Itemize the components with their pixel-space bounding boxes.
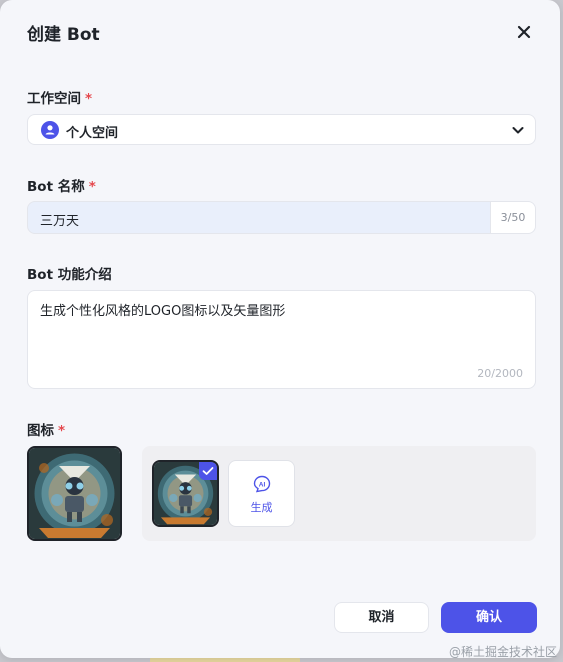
workspace-label: 工作空间 *: [27, 87, 92, 107]
watermark: @稀土掘金技术社区: [448, 645, 557, 659]
ai-icon: AI: [253, 475, 271, 493]
bot-desc-textarea[interactable]: 生成个性化风格的LOGO图标以及矢量图形 20/2000: [27, 290, 536, 389]
chevron-down-icon: [512, 127, 524, 134]
confirm-button[interactable]: 确认: [441, 602, 537, 633]
bot-name-char-count: 3/50: [490, 202, 535, 233]
required-mark: *: [85, 91, 93, 107]
bot-desc-value[interactable]: 生成个性化风格的LOGO图标以及矢量图形: [40, 300, 285, 319]
close-button[interactable]: [512, 20, 536, 44]
required-mark: *: [88, 179, 96, 195]
generate-label: 生成: [250, 501, 273, 514]
avatar-label-text: 图标: [27, 423, 54, 439]
bot-name-label: Bot 名称 *: [27, 175, 96, 195]
workspace-selected-value: 个人空间: [66, 126, 119, 141]
ai-badge-text: AI: [259, 481, 266, 488]
bot-desc-label-text: Bot 功能介绍: [27, 267, 112, 283]
required-mark: *: [58, 423, 66, 439]
bot-name-input[interactable]: 三万天 3/50: [27, 201, 536, 234]
bot-desc-label: Bot 功能介绍: [27, 263, 112, 283]
generate-avatar-button[interactable]: AI 生成: [228, 460, 295, 527]
create-bot-dialog: 创建 Bot 工作空间 * 个人空间 Bot 名称 * 三万天 3/50 Bot 功…: [0, 0, 560, 658]
bot-avatar-preview: [27, 446, 122, 541]
bot-name-value[interactable]: 三万天: [40, 210, 79, 229]
avatar-option-selected[interactable]: [152, 460, 219, 527]
cancel-button[interactable]: 取消: [334, 602, 429, 633]
close-icon: [517, 25, 531, 39]
check-icon: [199, 462, 217, 480]
avatar-label: 图标 *: [27, 419, 65, 439]
dialog-title: 创建 Bot: [27, 25, 100, 45]
user-icon: [41, 121, 59, 139]
robot-logo-image: [29, 448, 120, 539]
workspace-select[interactable]: 个人空间: [27, 114, 536, 145]
bot-desc-char-count: 20/2000: [477, 367, 523, 380]
workspace-label-text: 工作空间: [27, 91, 81, 107]
bot-name-label-text: Bot 名称: [27, 179, 85, 195]
